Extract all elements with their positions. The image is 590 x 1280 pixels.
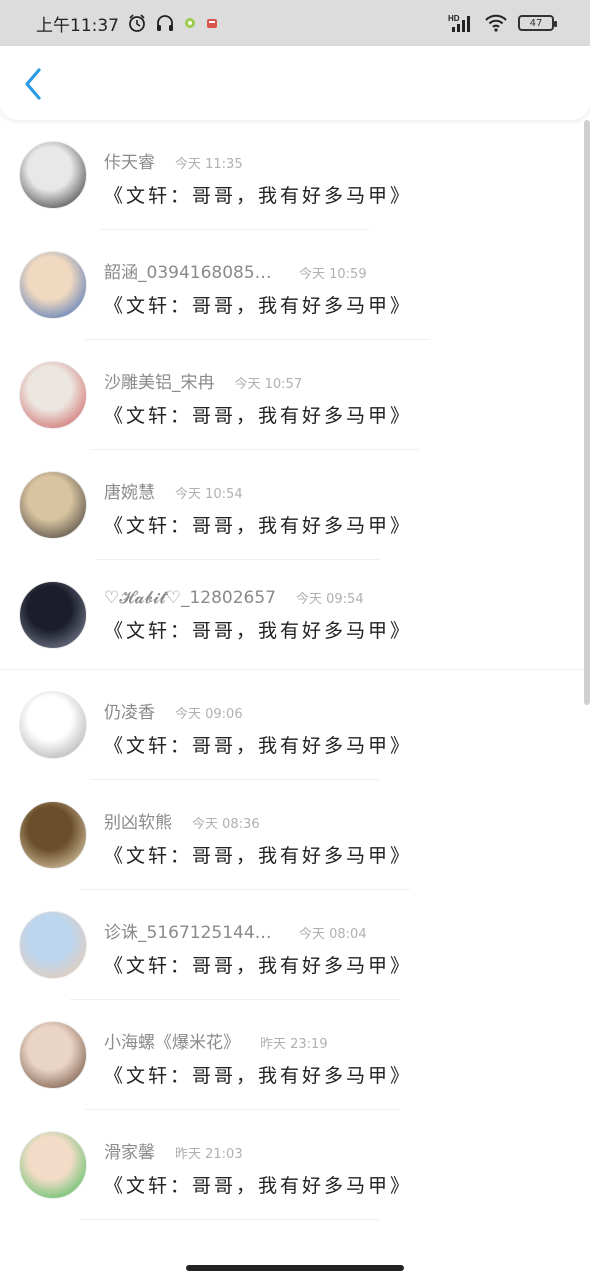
comment-body: 滑家馨 昨天 21:03 《文轩：哥哥，我有好多马甲》 — [104, 1138, 570, 1198]
avatar[interactable] — [19, 1131, 87, 1199]
comment-body: 仍凌香 今天 09:06 《文轩：哥哥，我有好多马甲》 — [104, 698, 570, 758]
username[interactable]: 小海螺《爆米花》 — [104, 1028, 240, 1053]
username[interactable]: 佧天睿 — [104, 148, 155, 173]
username[interactable]: 仍凌香 — [104, 698, 155, 723]
notification-app-icon-2 — [205, 16, 219, 30]
notification-app-icon — [183, 16, 197, 30]
comment-body: 别凶软熊 今天 08:36 《文轩：哥哥，我有好多马甲》 — [104, 808, 570, 868]
comment-body: 韶涵_039416808564… 今天 10:59 《文轩：哥哥，我有好多马甲》 — [104, 258, 570, 318]
timestamp: 今天 11:35 — [175, 157, 243, 172]
header-bar — [0, 46, 590, 120]
timestamp: 今天 10:57 — [234, 377, 303, 392]
username[interactable]: 韶涵_039416808564… — [104, 258, 279, 283]
username[interactable]: ♡𝓗𝓪𝓫𝓲𝓽♡_12802657 — [104, 588, 276, 608]
username[interactable]: 别凶软熊 — [104, 808, 172, 833]
comment-meta: 诊诛_516712514490… 今天 08:04 — [104, 918, 570, 943]
battery-indicator: 47 — [518, 15, 557, 31]
comment-meta: 仍凌香 今天 09:06 — [104, 698, 570, 723]
timestamp: 今天 08:04 — [299, 927, 367, 942]
status-time: 上午11:37 — [36, 15, 119, 36]
timestamp: 昨天 23:19 — [260, 1037, 328, 1052]
comment-list[interactable]: 佧天睿 今天 11:35 《文轩：哥哥，我有好多马甲》 韶涵_039416808564… — [0, 120, 590, 1260]
comment-body: 诊诛_516712514490… 今天 08:04 《文轩：哥哥，我有好多马甲》 — [104, 918, 570, 978]
chevron-left-icon — [25, 68, 41, 100]
comment-body: 沙雕美铝_宋冉 今天 10:57 《文轩：哥哥，我有好多马甲》 — [104, 368, 570, 428]
comment-body: 佧天睿 今天 11:35 《文轩：哥哥，我有好多马甲》 — [104, 148, 570, 208]
row-divider — [80, 1219, 380, 1220]
back-button[interactable] — [18, 66, 48, 102]
avatar[interactable] — [19, 911, 87, 979]
timestamp: 今天 10:54 — [175, 487, 243, 502]
comment-row[interactable]: 唐婉慧 今天 10:54 《文轩：哥哥，我有好多马甲》 — [0, 450, 590, 560]
avatar[interactable] — [19, 581, 87, 649]
avatar[interactable] — [19, 471, 87, 539]
comment-row[interactable]: 仍凌香 今天 09:06 《文轩：哥哥，我有好多马甲》 — [0, 670, 590, 780]
avatar[interactable] — [19, 1021, 87, 1089]
comment-row[interactable]: 韶涵_039416808564… 今天 10:59 《文轩：哥哥，我有好多马甲》 — [0, 230, 590, 340]
comment-row[interactable]: 小海螺《爆米花》 昨天 23:19 《文轩：哥哥，我有好多马甲》 — [0, 1000, 590, 1110]
username[interactable]: 唐婉慧 — [104, 478, 155, 503]
comment-text: 《文轩：哥哥，我有好多马甲》 — [104, 1175, 413, 1197]
avatar[interactable] — [19, 141, 87, 209]
comment-meta: 小海螺《爆米花》 昨天 23:19 — [104, 1028, 570, 1053]
avatar[interactable] — [19, 801, 87, 869]
comment-text: 《文轩：哥哥，我有好多马甲》 — [104, 845, 413, 867]
comment-meta: ♡𝓗𝓪𝓫𝓲𝓽♡_12802657 今天 09:54 — [104, 588, 570, 608]
svg-text:HD: HD — [448, 14, 460, 23]
timestamp: 今天 09:54 — [296, 592, 364, 607]
scrollbar[interactable] — [584, 120, 590, 705]
signal-icon: HD — [448, 13, 474, 33]
comment-meta: 佧天睿 今天 11:35 — [104, 148, 570, 173]
home-indicator[interactable] — [186, 1265, 404, 1271]
comment-row[interactable]: 沙雕美铝_宋冉 今天 10:57 《文轩：哥哥，我有好多马甲》 — [0, 340, 590, 450]
timestamp: 今天 09:06 — [175, 707, 243, 722]
username[interactable]: 沙雕美铝_宋冉 — [104, 368, 215, 393]
headphones-icon — [155, 13, 175, 33]
comment-body: 唐婉慧 今天 10:54 《文轩：哥哥，我有好多马甲》 — [104, 478, 570, 538]
comment-text: 《文轩：哥哥，我有好多马甲》 — [104, 405, 413, 427]
comment-meta: 唐婉慧 今天 10:54 — [104, 478, 570, 503]
comment-text: 《文轩：哥哥，我有好多马甲》 — [104, 955, 413, 977]
comment-meta: 滑家馨 昨天 21:03 — [104, 1138, 570, 1163]
comment-meta: 别凶软熊 今天 08:36 — [104, 808, 570, 833]
status-left: 上午11:37 — [36, 11, 219, 36]
timestamp: 今天 10:59 — [299, 267, 367, 282]
username[interactable]: 滑家馨 — [104, 1138, 155, 1163]
timestamp: 今天 08:36 — [192, 817, 260, 832]
username[interactable]: 诊诛_516712514490… — [104, 918, 279, 943]
avatar[interactable] — [19, 691, 87, 759]
comment-text: 《文轩：哥哥，我有好多马甲》 — [104, 185, 413, 207]
avatar[interactable] — [19, 251, 87, 319]
avatar[interactable] — [19, 361, 87, 429]
comment-text: 《文轩：哥哥，我有好多马甲》 — [104, 735, 413, 757]
wifi-icon — [484, 13, 508, 33]
comment-meta: 沙雕美铝_宋冉 今天 10:57 — [104, 368, 570, 393]
status-right: HD 47 — [448, 13, 557, 33]
comment-row[interactable]: 佧天睿 今天 11:35 《文轩：哥哥，我有好多马甲》 — [0, 120, 590, 230]
comment-text: 《文轩：哥哥，我有好多马甲》 — [104, 515, 413, 537]
comment-row[interactable]: 别凶软熊 今天 08:36 《文轩：哥哥，我有好多马甲》 — [0, 780, 590, 890]
timestamp: 昨天 21:03 — [175, 1147, 243, 1162]
comment-text: 《文轩：哥哥，我有好多马甲》 — [104, 295, 413, 317]
comment-text: 《文轩：哥哥，我有好多马甲》 — [104, 1065, 413, 1087]
alarm-icon — [127, 13, 147, 33]
comment-text: 《文轩：哥哥，我有好多马甲》 — [104, 620, 413, 642]
comment-row[interactable]: ♡𝓗𝓪𝓫𝓲𝓽♡_12802657 今天 09:54 《文轩：哥哥，我有好多马甲》 — [0, 560, 590, 670]
status-bar: 上午11:37 HD 47 — [0, 0, 590, 46]
comment-meta: 韶涵_039416808564… 今天 10:59 — [104, 258, 570, 283]
comment-body: ♡𝓗𝓪𝓫𝓲𝓽♡_12802657 今天 09:54 《文轩：哥哥，我有好多马甲》 — [104, 588, 570, 643]
comment-row[interactable]: 滑家馨 昨天 21:03 《文轩：哥哥，我有好多马甲》 — [0, 1110, 590, 1220]
comment-body: 小海螺《爆米花》 昨天 23:19 《文轩：哥哥，我有好多马甲》 — [104, 1028, 570, 1088]
comment-row[interactable]: 诊诛_516712514490… 今天 08:04 《文轩：哥哥，我有好多马甲》 — [0, 890, 590, 1000]
